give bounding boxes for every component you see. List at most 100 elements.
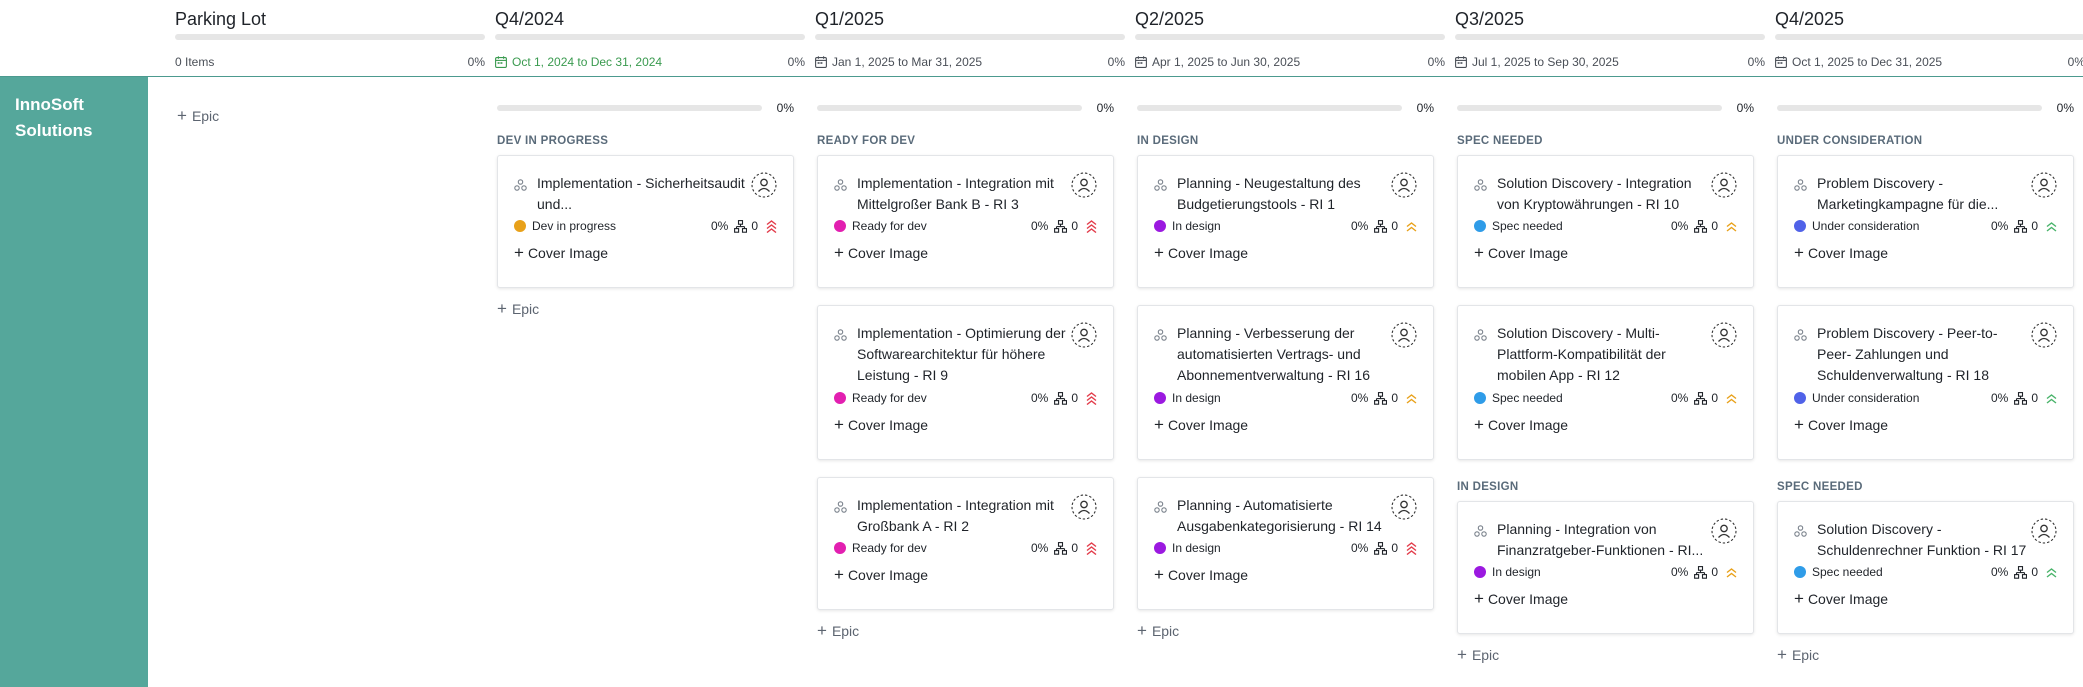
epic-card[interactable]: Problem Discovery - Marketingkampagne fü… bbox=[1777, 155, 2074, 288]
assign-user-icon[interactable] bbox=[2031, 518, 2057, 544]
date-range[interactable]: Oct 1, 2024 to Dec 31, 2024 bbox=[495, 55, 662, 69]
epic-card[interactable]: Planning - Neugestaltung des Budgetierun… bbox=[1137, 155, 1434, 288]
priority-medium-icon[interactable] bbox=[1726, 566, 1737, 579]
priority-high-icon[interactable] bbox=[1086, 541, 1097, 555]
add-epic-button[interactable]: + Epic bbox=[1777, 645, 1819, 664]
priority-high-icon[interactable] bbox=[1086, 219, 1097, 233]
epic-title[interactable]: Solution Discovery - Integration von Kry… bbox=[1497, 173, 1707, 215]
assign-user-icon[interactable] bbox=[1711, 322, 1737, 348]
epic-card[interactable]: Implementation - Optimierung der Softwar… bbox=[817, 305, 1114, 460]
add-cover-image-button[interactable]: + Cover Image bbox=[514, 244, 608, 261]
priority-medium-icon[interactable] bbox=[1726, 392, 1737, 405]
add-cover-image-button[interactable]: + Cover Image bbox=[1154, 566, 1248, 583]
column-title[interactable]: Q4/2024 bbox=[495, 9, 564, 30]
epic-title[interactable]: Problem Discovery - Peer-to-Peer- Zahlun… bbox=[1817, 323, 2027, 386]
plus-icon: + bbox=[1457, 645, 1467, 664]
priority-low-icon[interactable] bbox=[2046, 566, 2057, 579]
priority-medium-icon[interactable] bbox=[1406, 220, 1417, 233]
epic-title[interactable]: Solution Discovery - Schuldenrechner Fun… bbox=[1817, 519, 2027, 561]
epic-card[interactable]: Implementation - Integration mit Mittelg… bbox=[817, 155, 1114, 288]
add-epic-button[interactable]: + Epic bbox=[817, 622, 859, 639]
assign-user-icon[interactable] bbox=[1711, 172, 1737, 198]
add-cover-image-button[interactable]: + Cover Image bbox=[834, 416, 928, 433]
epic-title[interactable]: Planning - Integration von Finanzratgebe… bbox=[1497, 519, 1707, 561]
epic-card[interactable]: Planning - Verbesserung der automatisier… bbox=[1137, 305, 1434, 460]
status-label[interactable]: Spec needed bbox=[1812, 565, 1991, 579]
priority-high-icon[interactable] bbox=[1406, 541, 1417, 555]
assign-user-icon[interactable] bbox=[751, 172, 777, 198]
epic-icon bbox=[1154, 500, 1167, 513]
epic-icon bbox=[1794, 524, 1807, 537]
assign-user-icon[interactable] bbox=[2031, 172, 2057, 198]
epic-title[interactable]: Implementation - Optimierung der Softwar… bbox=[857, 323, 1067, 386]
plus-icon: + bbox=[1777, 645, 1787, 664]
status-label[interactable]: Spec needed bbox=[1492, 391, 1671, 405]
add-epic-button[interactable]: + Epic bbox=[1137, 622, 1179, 639]
add-cover-image-button[interactable]: + Cover Image bbox=[834, 244, 928, 261]
epic-card[interactable]: Planning - Integration von Finanzratgebe… bbox=[1457, 501, 1754, 634]
priority-high-icon[interactable] bbox=[1086, 391, 1097, 405]
date-range[interactable]: Jan 1, 2025 to Mar 31, 2025 bbox=[815, 55, 982, 69]
status-label[interactable]: In design bbox=[1172, 541, 1351, 555]
epic-title[interactable]: Problem Discovery - Marketingkampagne fü… bbox=[1817, 173, 2027, 215]
column-title[interactable]: Q4/2025 bbox=[1775, 9, 1844, 30]
status-label[interactable]: Spec needed bbox=[1492, 219, 1671, 233]
date-range[interactable]: Jul 1, 2025 to Sep 30, 2025 bbox=[1455, 55, 1619, 69]
assign-user-icon[interactable] bbox=[1071, 172, 1097, 198]
epic-title[interactable]: Planning - Automatisierte Ausgabenkatego… bbox=[1177, 495, 1387, 537]
assign-user-icon[interactable] bbox=[1391, 172, 1417, 198]
assign-user-icon[interactable] bbox=[1071, 494, 1097, 520]
assign-user-icon[interactable] bbox=[1391, 494, 1417, 520]
epic-card[interactable]: Problem Discovery - Peer-to-Peer- Zahlun… bbox=[1777, 305, 2074, 460]
priority-low-icon[interactable] bbox=[2046, 392, 2057, 405]
priority-medium-icon[interactable] bbox=[1726, 220, 1737, 233]
assign-user-icon[interactable] bbox=[2031, 322, 2057, 348]
add-epic-button[interactable]: + Epic bbox=[177, 107, 219, 124]
epic-title[interactable]: Solution Discovery - Multi-Plattform-Kom… bbox=[1497, 323, 1707, 386]
add-epic-button[interactable]: + Epic bbox=[1457, 645, 1499, 664]
epic-title[interactable]: Implementation - Integration mit Großban… bbox=[857, 495, 1067, 537]
add-cover-image-button[interactable]: + Cover Image bbox=[1794, 416, 1888, 433]
column-title[interactable]: Q2/2025 bbox=[1135, 9, 1204, 30]
epic-title[interactable]: Implementation - Sicherheitsaudit und... bbox=[537, 173, 747, 215]
date-range[interactable]: Apr 1, 2025 to Jun 30, 2025 bbox=[1135, 55, 1300, 69]
add-cover-image-button[interactable]: + Cover Image bbox=[1154, 416, 1248, 433]
epic-card[interactable]: Solution Discovery - Integration von Kry… bbox=[1457, 155, 1754, 288]
epic-title[interactable]: Planning - Neugestaltung des Budgetierun… bbox=[1177, 173, 1387, 215]
add-cover-image-button[interactable]: + Cover Image bbox=[1794, 244, 1888, 261]
epic-card[interactable]: Implementation - Sicherheitsaudit und...… bbox=[497, 155, 794, 288]
status-label[interactable]: In design bbox=[1492, 565, 1671, 579]
add-cover-image-button[interactable]: + Cover Image bbox=[834, 566, 928, 583]
status-label[interactable]: Under consideration bbox=[1812, 391, 1991, 405]
add-cover-image-button[interactable]: + Cover Image bbox=[1474, 244, 1568, 261]
epic-title[interactable]: Planning - Verbesserung der automatisier… bbox=[1177, 323, 1387, 386]
swimlane-header[interactable]: InnoSoft Solutions bbox=[0, 77, 148, 687]
add-epic-button[interactable]: + Epic bbox=[497, 300, 539, 317]
status-label[interactable]: In design bbox=[1172, 219, 1351, 233]
assign-user-icon[interactable] bbox=[1711, 518, 1737, 544]
date-range[interactable]: Oct 1, 2025 to Dec 31, 2025 bbox=[1775, 55, 1942, 69]
status-label[interactable]: Ready for dev bbox=[852, 391, 1031, 405]
add-cover-image-button[interactable]: + Cover Image bbox=[1154, 244, 1248, 261]
assign-user-icon[interactable] bbox=[1391, 322, 1417, 348]
column-title[interactable]: Q1/2025 bbox=[815, 9, 884, 30]
status-label[interactable]: Dev in progress bbox=[532, 219, 711, 233]
column-title[interactable]: Parking Lot bbox=[175, 9, 266, 30]
status-label[interactable]: Ready for dev bbox=[852, 219, 1031, 233]
column-title[interactable]: Q3/2025 bbox=[1455, 9, 1524, 30]
status-label[interactable]: In design bbox=[1172, 391, 1351, 405]
add-cover-image-button[interactable]: + Cover Image bbox=[1794, 590, 1888, 607]
status-label[interactable]: Ready for dev bbox=[852, 541, 1031, 555]
add-cover-image-button[interactable]: + Cover Image bbox=[1474, 416, 1568, 433]
epic-card[interactable]: Planning - Automatisierte Ausgabenkatego… bbox=[1137, 477, 1434, 610]
epic-card[interactable]: Implementation - Integration mit Großban… bbox=[817, 477, 1114, 610]
priority-medium-icon[interactable] bbox=[1406, 392, 1417, 405]
add-cover-image-button[interactable]: + Cover Image bbox=[1474, 590, 1568, 607]
assign-user-icon[interactable] bbox=[1071, 322, 1097, 348]
status-label[interactable]: Under consideration bbox=[1812, 219, 1991, 233]
priority-low-icon[interactable] bbox=[2046, 220, 2057, 233]
priority-high-icon[interactable] bbox=[766, 219, 777, 233]
epic-title[interactable]: Implementation - Integration mit Mittelg… bbox=[857, 173, 1067, 215]
epic-card[interactable]: Solution Discovery - Schuldenrechner Fun… bbox=[1777, 501, 2074, 634]
epic-card[interactable]: Solution Discovery - Multi-Plattform-Kom… bbox=[1457, 305, 1754, 460]
